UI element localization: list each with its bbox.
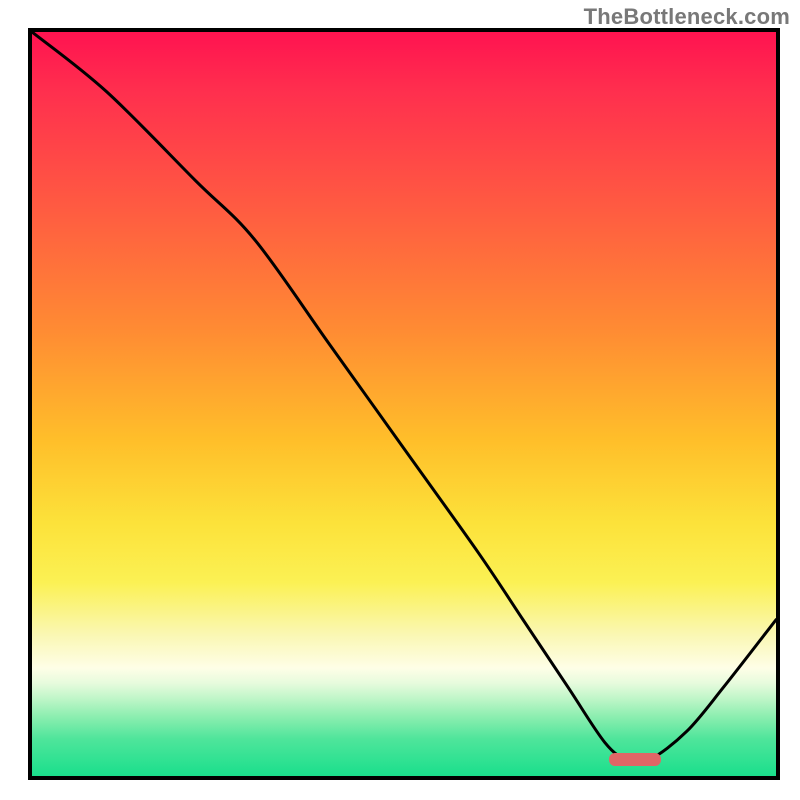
curve-path [32, 32, 776, 763]
curve-svg [32, 32, 776, 776]
plot-area [28, 28, 780, 780]
chart-container: TheBottleneck.com [0, 0, 800, 800]
watermark-text: TheBottleneck.com [584, 4, 790, 30]
highlight-marker [609, 753, 661, 766]
